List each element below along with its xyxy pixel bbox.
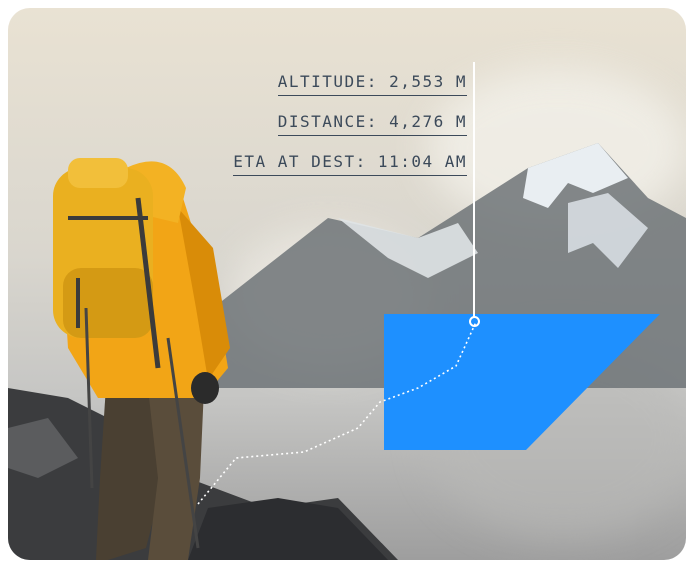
distance-stat: DISTANCE: 4,276 M — [277, 112, 467, 136]
pointer-line — [473, 62, 475, 318]
hero-card: ALTITUDE: 2,553 M DISTANCE: 4,276 M ETA … — [8, 8, 686, 560]
stats-panel: ALTITUDE: 2,553 M DISTANCE: 4,276 M ETA … — [8, 8, 686, 560]
eta-stat: ETA AT DEST: 11:04 AM — [233, 152, 467, 176]
location-marker-icon — [469, 316, 480, 327]
altitude-stat: ALTITUDE: 2,553 M — [277, 72, 467, 96]
